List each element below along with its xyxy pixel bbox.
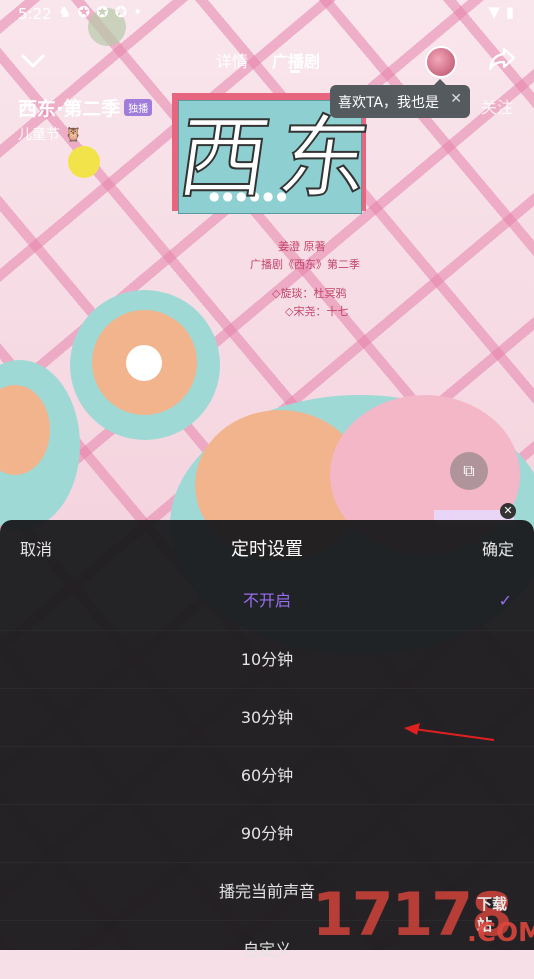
- option-label: 不开启: [242, 591, 291, 610]
- option-label: 播完当前声音: [218, 882, 315, 901]
- tab-radio-drama[interactable]: 广播剧: [272, 48, 320, 72]
- sheet-title: 定时设置: [231, 539, 303, 560]
- cover-credit-cast-2: ◇宋尧：十七: [285, 305, 349, 318]
- tooltip-close-icon[interactable]: ✕: [450, 91, 462, 107]
- owl-emoji-icon: 🦉: [64, 127, 82, 143]
- device-switch-icon: ⧉: [463, 461, 475, 480]
- active-tab-indicator: [290, 70, 300, 73]
- annotation-arrow-icon: [404, 723, 495, 741]
- status-bar: 5:22 ♞✪✪✪• ▼▮: [0, 0, 534, 28]
- timer-option-60min[interactable]: 60分钟: [0, 746, 534, 804]
- status-notification-icons: ♞✪✪✪•: [58, 3, 148, 21]
- app-icon: ✪: [114, 3, 134, 21]
- timer-option-10min[interactable]: 10分钟: [0, 630, 534, 688]
- device-switch-button[interactable]: ⧉: [450, 452, 488, 490]
- drama-subtitle: 儿童节 🦉: [18, 124, 82, 144]
- option-label: 60分钟: [240, 766, 294, 785]
- cover-credit-series: 广播剧《西东》第二季: [250, 258, 360, 271]
- drama-title-row: 西东·第二季 独播: [18, 94, 153, 121]
- wifi-icon: ▼: [488, 3, 506, 21]
- watermark-domain: .COM: [467, 918, 534, 948]
- decor-ball: [68, 146, 100, 178]
- like-tooltip: 喜欢TA，我也是 ✕: [330, 79, 470, 118]
- share-icon[interactable]: [487, 44, 517, 74]
- timer-option-off[interactable]: 不开启 ✓: [0, 572, 534, 630]
- donut-decor: [126, 345, 162, 381]
- battery-icon: ▮: [505, 3, 520, 21]
- drama-title: 西东·第二季: [18, 98, 121, 120]
- option-label: 30分钟: [240, 708, 294, 727]
- option-label: 10分钟: [240, 650, 294, 669]
- confirm-button[interactable]: 确定: [482, 536, 514, 560]
- notification-icon: ♞: [58, 3, 78, 21]
- option-label: 90分钟: [240, 824, 294, 843]
- app-icon: ✪: [96, 3, 115, 21]
- avatar[interactable]: [425, 46, 457, 78]
- cover-credit-cast-1: ◇旋琰：杜冥鸦: [272, 287, 347, 300]
- status-time: 5:22: [18, 5, 52, 23]
- collapse-chevron-icon[interactable]: [20, 48, 46, 74]
- tooltip-text: 喜欢TA，我也是: [338, 95, 440, 111]
- tab-details[interactable]: 详情: [216, 48, 248, 72]
- check-icon: ✓: [498, 591, 512, 610]
- watermark: 17178 下载站 .COM: [312, 885, 534, 948]
- follow-button[interactable]: 关注: [481, 94, 513, 118]
- dot-icon: •: [133, 3, 149, 21]
- drama-subtitle-text: 儿童节: [18, 127, 60, 143]
- banner-close-icon[interactable]: ✕: [500, 503, 516, 519]
- app-icon: ✪: [77, 3, 97, 21]
- cover-credit-author: 姜澄 原著: [278, 240, 326, 253]
- status-right-icons: ▼▮: [488, 3, 520, 21]
- timer-option-90min[interactable]: 90分钟: [0, 804, 534, 862]
- exclusive-badge: 独播: [124, 99, 153, 116]
- sheet-header: 取消 定时设置 确定: [0, 520, 534, 576]
